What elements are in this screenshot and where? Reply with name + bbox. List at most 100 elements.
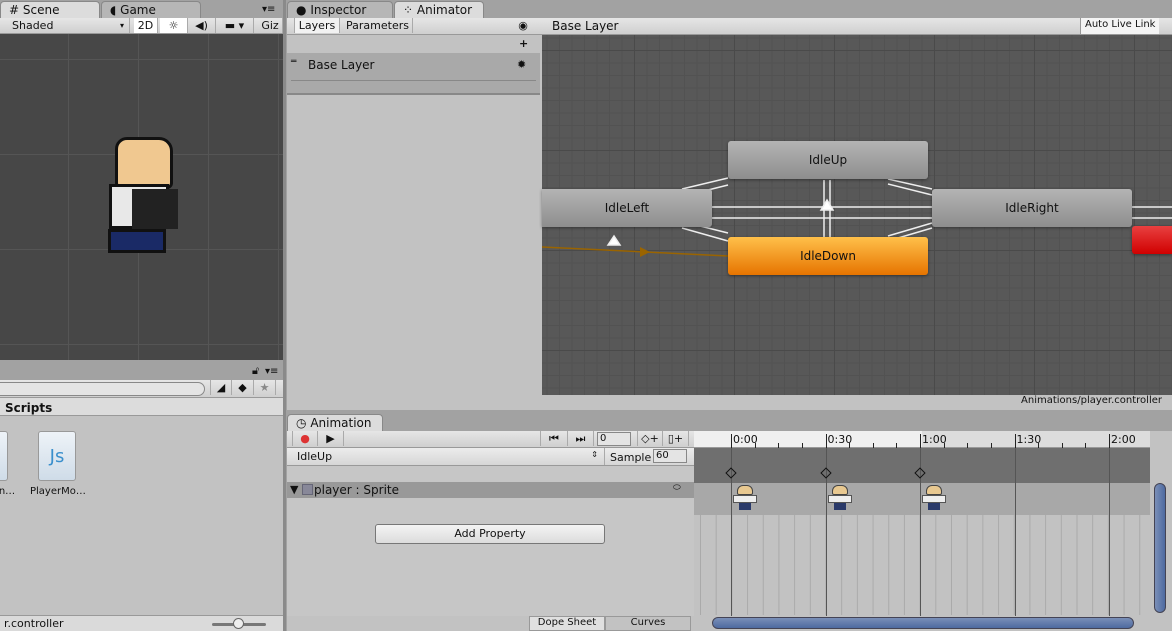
sprite-keyframe-thumbnail[interactable]	[733, 485, 757, 511]
time-tick	[825, 434, 827, 448]
sprite-keyframe-thumbnail[interactable]	[827, 485, 852, 511]
favorite-icon[interactable]: ★	[254, 380, 276, 395]
tab-parameters[interactable]: Parameters	[343, 18, 413, 33]
time-tick	[920, 434, 921, 448]
clip-dropdown[interactable]: IdleUp ⇕	[287, 448, 605, 465]
breadcrumb: Scripts	[0, 398, 283, 416]
gear-icon[interactable]: ✹	[517, 58, 526, 71]
transition	[681, 227, 729, 242]
lighting-icon[interactable]: ☼	[160, 18, 188, 33]
minor-tick	[990, 443, 992, 448]
clock-icon: ◷	[296, 416, 307, 430]
view-tabs: Dope Sheet Curves	[287, 616, 694, 631]
project-toolbar: ◢ ◆ ★	[0, 380, 283, 398]
slider-thumb[interactable]	[233, 618, 244, 629]
time-tick	[731, 434, 732, 448]
record-button[interactable]: ●	[292, 431, 318, 446]
minor-tick	[1038, 443, 1040, 448]
state-graph[interactable]: Base Layer Auto Live Link IdleUp IdleLef…	[542, 18, 1172, 395]
gizmos-dropdown[interactable]: Giz	[258, 18, 283, 33]
lock-icon[interactable]: 🔓︎	[252, 364, 259, 378]
minor-tick	[801, 443, 803, 448]
any-state-node[interactable]	[1132, 226, 1172, 254]
frame-input[interactable]: 0	[597, 432, 631, 446]
minor-tick	[967, 443, 969, 448]
add-event-button[interactable]: ▯+	[663, 431, 689, 446]
transition	[887, 183, 933, 196]
js-script-icon[interactable]: Js	[38, 431, 76, 481]
minor-tick	[754, 443, 756, 448]
minor-tick	[943, 443, 945, 448]
add-property-button[interactable]: Add Property	[375, 524, 605, 544]
tab-inspector[interactable]: ● Inspector	[287, 1, 393, 18]
minor-tick	[849, 443, 851, 448]
layer-item[interactable]: ═ Base Layer ✹	[287, 53, 540, 95]
layers-toolbar: Layers Parameters ◉	[287, 18, 542, 35]
divider	[283, 0, 286, 631]
prev-keyframe-button[interactable]: ⏮︎	[540, 431, 568, 446]
entry-transition	[542, 246, 729, 257]
sprite-icon	[302, 484, 313, 495]
filter-type-icon[interactable]: ◢	[210, 380, 232, 395]
minor-tick	[1061, 443, 1063, 448]
play-button[interactable]: ▶	[318, 431, 344, 446]
time-label: 2:00	[1111, 433, 1136, 446]
asset-grid: An… Js PlayerMo…	[0, 416, 283, 616]
sprite-keyframe-thumbnail[interactable]	[922, 485, 946, 511]
info-icon: ●	[296, 3, 307, 17]
add-keyframe-button[interactable]: ◇+	[637, 431, 663, 446]
tab-animator[interactable]: ⁘ Animator	[394, 1, 484, 18]
2d-toggle[interactable]: 2D	[134, 18, 158, 33]
search-input[interactable]	[0, 382, 205, 396]
expand-triangle-icon[interactable]: ▼	[290, 483, 298, 496]
time-tick	[1014, 434, 1016, 448]
state-idle-right[interactable]: IdleRight	[932, 189, 1132, 227]
properties-list: ▼ player : Sprite ⬭ Add Property	[287, 466, 694, 616]
tab-dope-sheet[interactable]: Dope Sheet	[529, 616, 605, 631]
grid-icon: #	[9, 3, 20, 17]
sample-input[interactable]: 60	[653, 449, 687, 463]
time-ruler	[694, 431, 922, 448]
state-idle-left[interactable]: IdleLeft	[542, 189, 712, 227]
tab-scene[interactable]: # Scene	[0, 1, 100, 18]
sample-label: Sample	[610, 451, 652, 464]
minor-tick	[872, 443, 874, 448]
controller-path: Animations/player.controller	[542, 395, 1172, 410]
project-header: 🔓︎ ▾≡	[0, 362, 283, 380]
audio-icon[interactable]: ◀)	[188, 18, 216, 33]
tab-layers[interactable]: Layers	[294, 18, 340, 33]
effects-icon[interactable]: ▬ ▾	[216, 18, 254, 33]
state-idle-down[interactable]: IdleDown	[728, 237, 928, 275]
scene-view[interactable]	[0, 34, 283, 360]
property-row[interactable]: ▼ player : Sprite ⬭	[287, 482, 694, 498]
asset-label: PlayerMo…	[30, 486, 86, 497]
horizontal-scrollbar[interactable]	[712, 617, 1134, 629]
script-icon[interactable]	[0, 431, 8, 481]
state-idle-up[interactable]: IdleUp	[728, 141, 928, 179]
tab-animation[interactable]: ◷ Animation	[287, 414, 383, 431]
gridline	[1109, 448, 1110, 616]
tab-game[interactable]: ◖ Game	[101, 1, 201, 18]
panel-menu-icon[interactable]: ▾≡	[265, 366, 278, 377]
next-keyframe-button[interactable]: ⏭︎	[568, 431, 594, 446]
minor-tick	[896, 443, 898, 448]
dope-sheet[interactable]	[694, 431, 1172, 631]
gridline	[1014, 448, 1016, 616]
panel-menu-icon[interactable]: ▾≡	[262, 4, 275, 15]
filter-label-icon[interactable]: ◆	[232, 380, 254, 395]
drag-handle-icon[interactable]: ═	[291, 57, 296, 67]
tab-curves[interactable]: Curves	[605, 616, 691, 631]
vertical-scrollbar[interactable]	[1154, 461, 1166, 613]
eye-icon[interactable]: ◉	[513, 18, 533, 33]
add-layer-button[interactable]: +	[519, 37, 528, 50]
transition	[887, 178, 933, 190]
asset-label: An…	[0, 486, 16, 497]
pacman-icon: ◖	[110, 3, 117, 17]
clip-row: IdleUp ⇕ Sample 60	[287, 448, 694, 466]
shading-dropdown[interactable]: Shaded ▾	[0, 18, 130, 33]
toggle-icon[interactable]: ⬭	[673, 483, 681, 493]
scene-toolbar: Shaded ▾ 2D ☼ ◀) ▬ ▾ Giz	[0, 18, 283, 34]
minor-tick	[1085, 443, 1087, 448]
animation-toolbar: ● ▶ ⏮︎ ⏭︎ 0 ◇+ ▯+	[287, 431, 694, 448]
animator-icon: ⁘	[403, 3, 414, 17]
